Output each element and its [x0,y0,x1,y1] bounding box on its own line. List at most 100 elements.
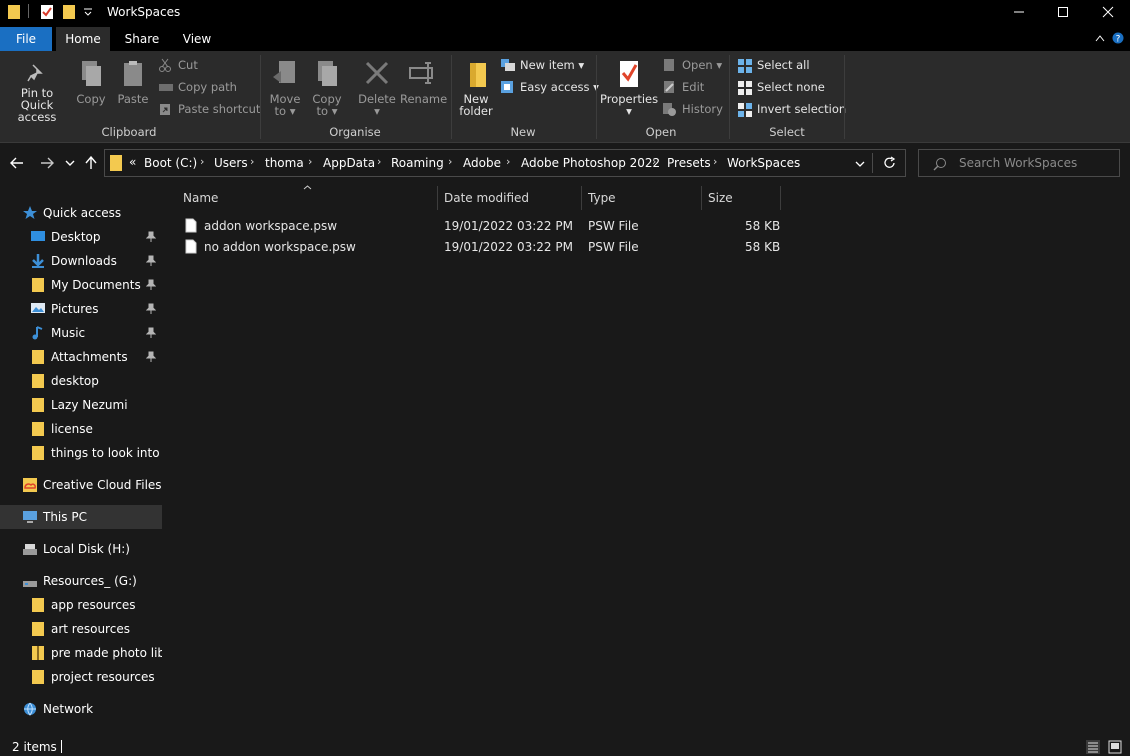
invert-selection-button[interactable]: Invert selection [737,100,846,118]
pin-to-quick-access-button[interactable]: Pin to Quick access [4,61,70,123]
properties-button[interactable]: Properties ▾ [600,59,658,117]
breadcrumb-photoshop[interactable]: Adobe Photoshop 2022 [521,156,660,170]
up-button[interactable] [81,153,101,173]
file-row[interactable]: no addon workspace.psw 19/01/2022 03:22 … [178,237,788,258]
column-divider[interactable] [581,186,582,210]
pin-icon[interactable] [146,351,156,363]
explorer-window: WorkSpaces File Home Share View ? Pin to… [0,0,1130,756]
breadcrumb-users[interactable]: Users [214,156,248,170]
column-header-type[interactable]: Type [588,191,616,205]
paste-shortcut-button[interactable]: Paste shortcut [158,100,260,118]
column-header-size[interactable]: Size [708,191,733,205]
minimize-button[interactable] [996,0,1042,24]
column-divider[interactable] [701,186,702,210]
easy-access-button[interactable]: Easy access ▾ [500,78,599,96]
breadcrumb-separator-icon[interactable]: › [506,155,510,168]
nav-item-app-resources[interactable]: app resources [0,593,162,617]
breadcrumb-appdata[interactable]: AppData [323,156,375,170]
nav-item-art-resources[interactable]: art resources [0,617,162,641]
nav-quick-access[interactable]: Quick access [0,201,162,225]
refresh-icon[interactable] [883,156,897,170]
new-item-button[interactable]: New item ▾ [500,56,584,74]
select-none-button[interactable]: Select none [737,78,825,96]
nav-network[interactable]: Network [0,697,162,721]
paste-button[interactable]: Paste [116,59,150,105]
pin-icon[interactable] [146,327,156,339]
nav-label: project resources [51,670,155,684]
rename-button[interactable]: Rename [400,59,447,105]
nav-item-attachments[interactable]: Attachments [0,345,162,369]
search-box[interactable]: Search WorkSpaces [918,149,1120,177]
column-divider[interactable] [437,186,438,210]
breadcrumb-thoma[interactable]: thoma [265,156,304,170]
details-view-icon[interactable] [1086,740,1100,754]
breadcrumb-presets[interactable]: Presets [667,156,711,170]
nav-creative-cloud-files[interactable]: Creative Cloud Files [0,473,162,497]
nav-local-disk[interactable]: Local Disk (H:) [0,537,162,561]
breadcrumb-adobe[interactable]: Adobe [463,156,501,170]
tab-share[interactable]: Share [114,27,170,51]
nav-item-downloads[interactable]: Downloads [0,249,162,273]
breadcrumb-separator-icon[interactable]: › [250,155,254,168]
breadcrumb-separator-icon[interactable]: › [308,155,312,168]
new-folder-qat-icon[interactable] [62,4,76,20]
nav-item-desktop[interactable]: Desktop [0,225,162,249]
move-to-button[interactable]: Move to ▾ [266,59,304,117]
address-bar[interactable]: « Boot (C:) › Users › thoma › AppData › … [104,149,906,177]
open-button[interactable]: Open ▾ [662,56,722,74]
breadcrumb-separator-icon[interactable]: › [713,155,717,168]
file-row[interactable]: addon workspace.psw 19/01/2022 03:22 PM … [178,216,788,237]
copy-to-button[interactable]: Copy to ▾ [308,59,346,117]
help-icon[interactable]: ? [1112,32,1124,44]
new-folder-button[interactable]: New folder [456,59,496,117]
breadcrumb-separator-icon[interactable]: › [448,155,452,168]
copy-path-button[interactable]: Copy path [158,78,237,96]
pin-icon[interactable] [146,231,156,243]
tab-file[interactable]: File [0,27,52,51]
history-button[interactable]: History [662,100,723,118]
nav-label: license [51,422,93,436]
nav-item-my-documents[interactable]: My Documents [0,273,162,297]
customize-qat-icon[interactable] [83,8,93,16]
pin-icon[interactable] [146,255,156,267]
nav-item-desktop-folder[interactable]: desktop [0,369,162,393]
nav-item-project-resources[interactable]: project resources [0,665,162,689]
address-dropdown-icon[interactable] [855,160,865,168]
breadcrumb-separator-icon[interactable]: › [377,155,381,168]
nav-item-pictures[interactable]: Pictures [0,297,162,321]
close-button[interactable] [1085,0,1130,24]
breadcrumb-separator-icon[interactable]: › [652,155,656,168]
select-all-button[interactable]: Select all [737,56,810,74]
tab-home[interactable]: Home [56,27,110,51]
nav-item-things-to-look-into[interactable]: things to look into [0,441,162,465]
nav-item-music[interactable]: Music [0,321,162,345]
pin-icon[interactable] [146,303,156,315]
back-button[interactable] [7,153,27,173]
forward-button[interactable] [37,153,57,173]
breadcrumb-boot[interactable]: Boot (C:) [144,156,197,170]
edit-button[interactable]: Edit [662,78,704,96]
nav-item-lazy-nezumi[interactable]: Lazy Nezumi [0,393,162,417]
nav-item-pre-made-photo-library[interactable]: pre made photo libra [0,641,162,665]
maximize-button[interactable] [1040,0,1086,24]
tab-view[interactable]: View [172,27,222,51]
delete-button[interactable]: Delete ▾ [358,59,396,117]
nav-resources-drive[interactable]: Resources_ (G:) [0,569,162,593]
cut-button[interactable]: Cut [158,56,198,74]
breadcrumb-roaming[interactable]: Roaming [391,156,444,170]
column-header-date[interactable]: Date modified [444,191,529,205]
column-divider[interactable] [780,186,781,210]
pin-icon[interactable] [146,279,156,291]
breadcrumb-workspaces[interactable]: WorkSpaces [727,156,800,170]
nav-this-pc[interactable]: This PC [0,505,162,529]
breadcrumb-separator-icon[interactable]: › [200,155,204,168]
recent-locations-button[interactable] [60,153,80,173]
large-icons-view-icon[interactable] [1108,740,1122,754]
breadcrumb-overflow[interactable]: « [129,155,136,169]
column-header-name[interactable]: Name [183,191,218,205]
nav-item-license[interactable]: license [0,417,162,441]
copy-button[interactable]: Copy [74,59,108,105]
properties-qat-icon[interactable] [40,4,54,20]
group-separator [260,55,261,139]
collapse-ribbon-icon[interactable] [1095,34,1105,42]
